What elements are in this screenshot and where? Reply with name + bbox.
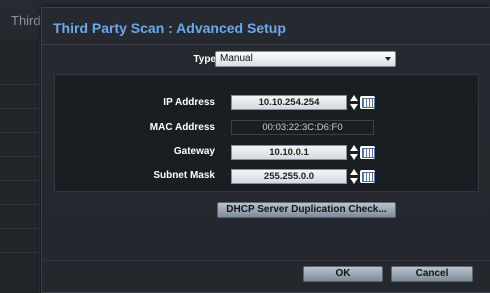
network-settings-panel: IP Address 10.10.254.254 MAC Address 00:…: [54, 74, 479, 192]
gateway-stepper[interactable]: [350, 144, 358, 161]
arrow-up-icon[interactable]: [350, 95, 358, 101]
ip-address-stepper[interactable]: [350, 94, 358, 111]
arrow-down-icon[interactable]: [350, 178, 358, 184]
arrow-down-icon[interactable]: [350, 104, 358, 110]
arrow-up-icon[interactable]: [350, 145, 358, 151]
ip-address-field[interactable]: 10.10.254.254: [231, 95, 347, 110]
mac-address-label: MAC Address: [149, 122, 215, 133]
keyboard-icon[interactable]: [360, 96, 375, 109]
subnet-mask-field[interactable]: 255.255.0.0: [231, 169, 347, 184]
background-title: Third: [11, 13, 41, 28]
chevron-down-icon: [385, 57, 391, 61]
type-dropdown-value: Manual: [220, 53, 253, 64]
gateway-label: Gateway: [173, 146, 215, 157]
cancel-button[interactable]: Cancel: [391, 266, 473, 282]
type-label: Type: [193, 54, 216, 65]
subnet-mask-stepper[interactable]: [350, 168, 358, 185]
keyboard-icon[interactable]: [360, 146, 375, 159]
arrow-down-icon[interactable]: [350, 154, 358, 160]
arrow-up-icon[interactable]: [350, 169, 358, 175]
background-sidebar: [0, 40, 40, 293]
bottom-divider: [42, 260, 490, 261]
dhcp-duplication-check-button[interactable]: DHCP Server Duplication Check...: [217, 202, 396, 218]
mac-address-value: 00:03:22:3C:D6:F0: [231, 120, 374, 135]
subnet-mask-label: Subnet Mask: [153, 170, 215, 181]
dialog-title: Third Party Scan : Advanced Setup: [53, 20, 286, 36]
advanced-setup-dialog: Third Party Scan : Advanced Setup Type M…: [41, 7, 490, 293]
ip-address-label: IP Address: [163, 97, 215, 108]
title-divider: [42, 44, 490, 45]
keyboard-icon[interactable]: [360, 170, 375, 183]
type-dropdown[interactable]: Manual: [215, 51, 396, 67]
ok-button[interactable]: OK: [303, 266, 383, 282]
gateway-field[interactable]: 10.10.0.1: [231, 145, 347, 160]
